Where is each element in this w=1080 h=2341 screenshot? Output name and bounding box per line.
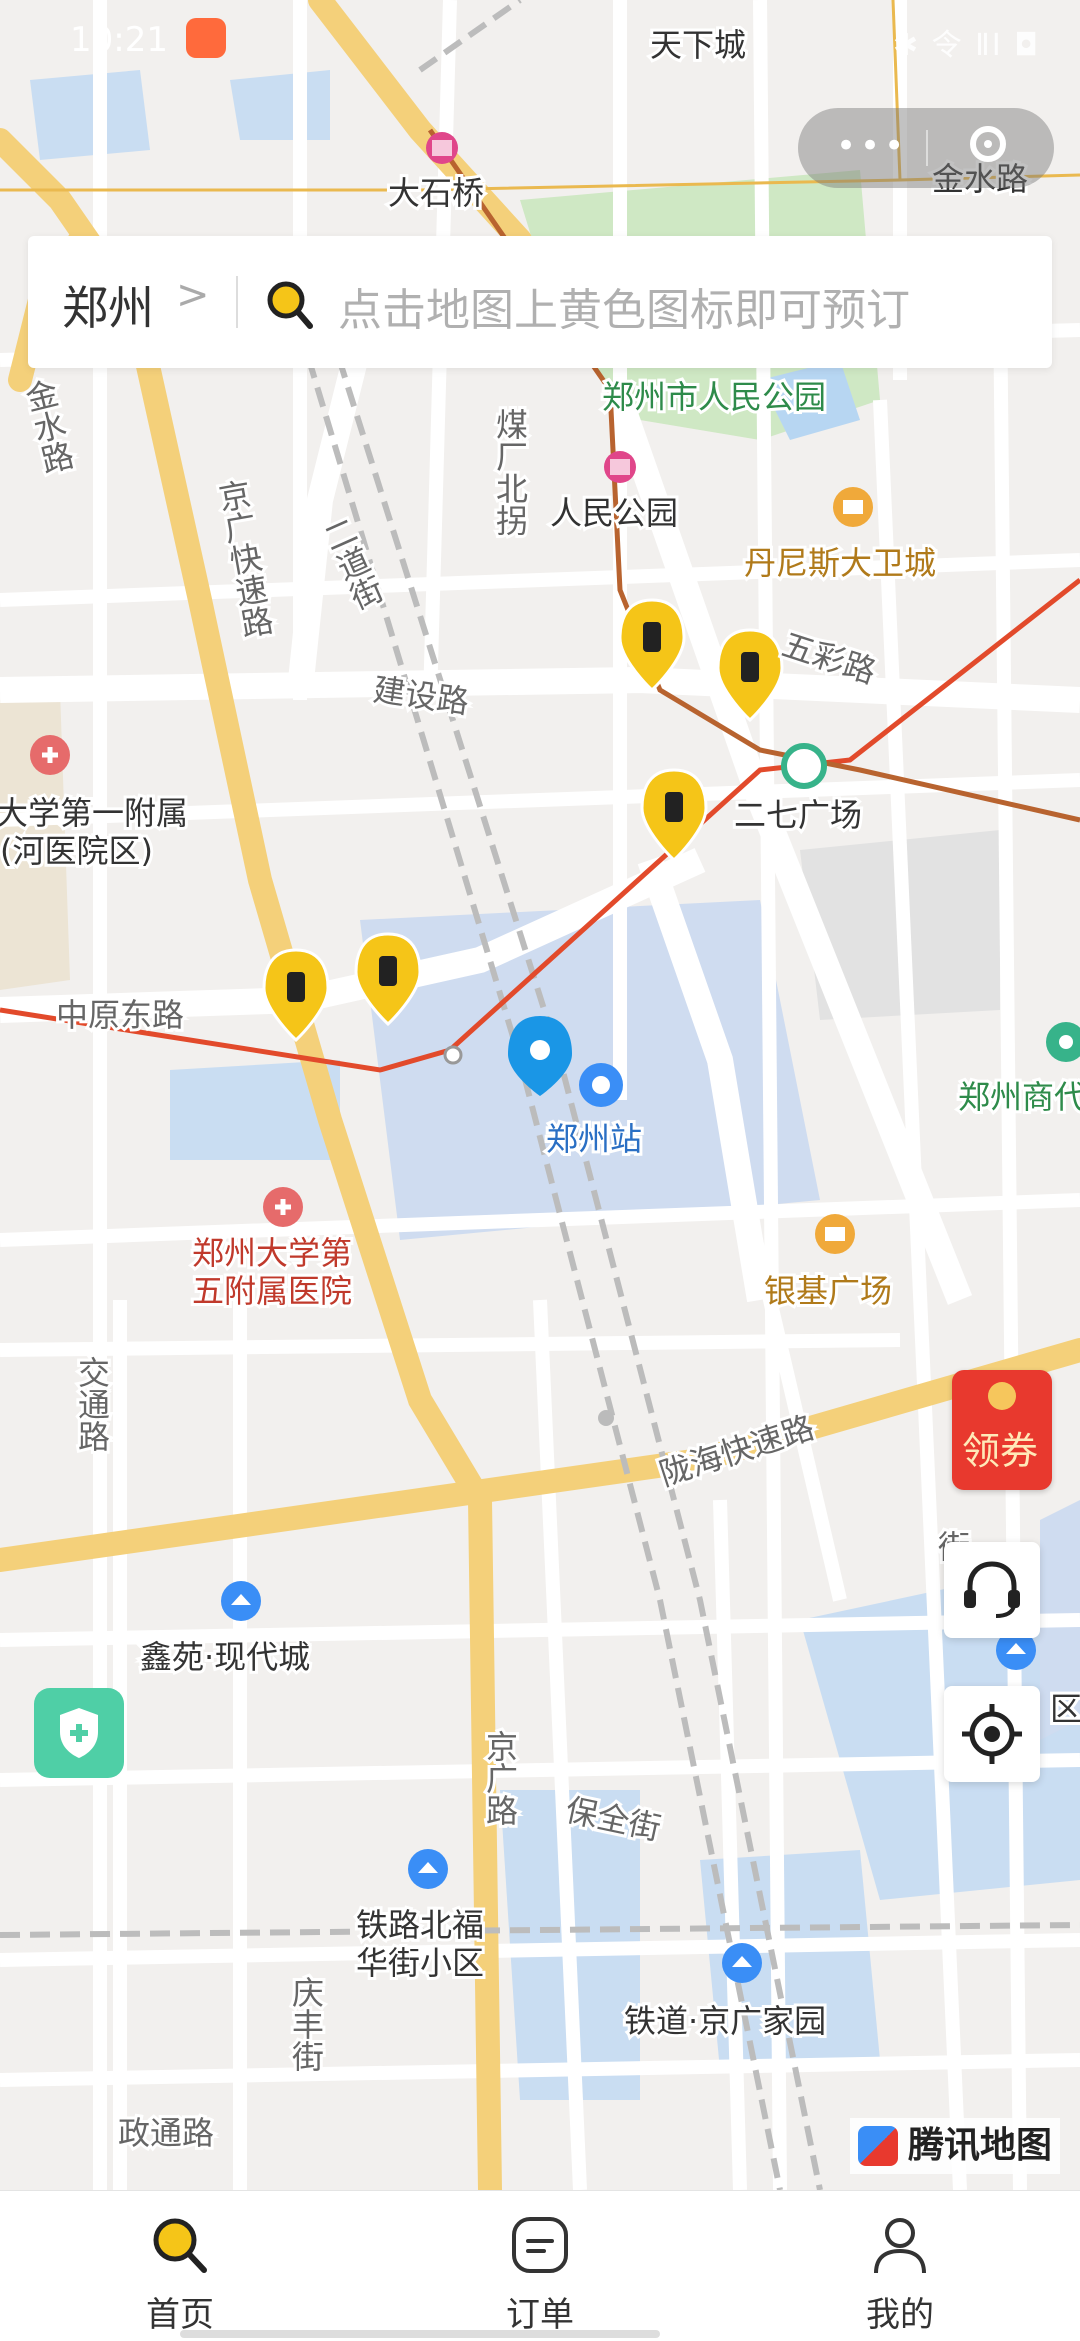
locate-icon [962, 1704, 1022, 1764]
chevron-right-icon[interactable]: > [176, 272, 210, 318]
map-label: (河医院区) [0, 832, 153, 870]
map-label: 华街小区 [356, 1944, 484, 1982]
search-icon [153, 2218, 207, 2273]
map-dot [598, 1410, 614, 1426]
map-label: 郑州市人民公园 [602, 378, 826, 416]
map-label: 郑州站 [546, 1120, 642, 1158]
luggage-icon [665, 792, 683, 822]
more-icon[interactable]: ••• [836, 126, 908, 166]
customer-service-button[interactable] [944, 1542, 1040, 1638]
residential-icon [221, 1581, 261, 1621]
status-bar: 10:21 ✱ 令 ⅡⅠ ◘ [0, 0, 1080, 80]
map-label: 银基广场 [764, 1272, 892, 1310]
water-area [230, 70, 330, 140]
water-area [30, 70, 150, 160]
coupon-label: 领券 [962, 1429, 1039, 1473]
search-bar[interactable]: 郑州 > 点击地图上黄色图标即可预订 [28, 236, 1052, 368]
shield-icon [60, 1708, 98, 1758]
residential-icon [408, 1849, 448, 1889]
luggage-icon [741, 652, 759, 682]
tab-home[interactable]: 首页 [80, 2191, 280, 2341]
map-label: 煤厂北拐 [491, 408, 529, 536]
mall-icon [815, 1214, 855, 1254]
coin-icon [988, 1382, 1016, 1410]
map-label: 郑州商代 [958, 1078, 1080, 1116]
close-miniprogram-icon[interactable] [970, 126, 1006, 162]
attribution-label: 腾讯地图 [908, 2125, 1053, 2166]
tencent-map-logo [858, 2126, 898, 2166]
headset-icon [964, 1561, 1020, 1618]
hospital-icon [30, 735, 70, 775]
order-icon [512, 2217, 568, 2273]
map-label: 大学第一附属 [0, 794, 188, 832]
safety-button[interactable] [34, 1688, 124, 1778]
status-time: 10:21 [70, 20, 168, 60]
map-label: 大石桥 [388, 174, 484, 212]
miniprogram-capsule[interactable]: ••• [798, 108, 1054, 188]
luggage-icon [287, 972, 305, 1002]
coupon-button[interactable]: 领券 [952, 1370, 1052, 1490]
map-label: 郑州大学第 [192, 1234, 352, 1272]
residential-icon [722, 1943, 762, 1983]
map-label: 鑫苑·现代城 [140, 1638, 310, 1676]
map-label: 政通路 [118, 2114, 214, 2152]
search-input[interactable]: 点击地图上黄色图标即可预订 [338, 274, 910, 338]
map-label: 丹尼斯大卫城 [744, 544, 936, 582]
map-label: 铁路北福 [356, 1906, 484, 1944]
mall-icon [833, 487, 873, 527]
map-label: 京广路 [481, 1730, 519, 1826]
tab-label: 首页 [146, 2295, 214, 2335]
home-indicator [180, 2330, 660, 2338]
tencent-map-attribution: 腾讯地图 [850, 2118, 1061, 2174]
map-label: 中原东路 [56, 996, 184, 1034]
luggage-icon [379, 956, 397, 986]
metro-stop-dot [443, 1045, 463, 1065]
tab-label: 我的 [866, 2295, 934, 2335]
map-label: 二七广场 [734, 796, 862, 834]
tab-label: 订单 [506, 2295, 574, 2335]
metro-station-icon [604, 451, 636, 483]
luggage-icon [643, 622, 661, 652]
metro-station-icon [426, 132, 458, 164]
map-label: 铁道·京广家园 [624, 2002, 826, 2040]
city-selector[interactable]: 郑州 [62, 272, 154, 338]
user-icon [874, 2218, 926, 2274]
tab-orders[interactable]: 订单 [440, 2191, 640, 2341]
tab-profile[interactable]: 我的 [800, 2191, 1000, 2341]
search-icon [267, 281, 313, 329]
app-notification-icon [186, 18, 226, 58]
train-station-icon [579, 1063, 623, 1107]
capsule-divider [926, 130, 928, 166]
hospital-icon [263, 1187, 303, 1227]
map-label: 五附属医院 [192, 1272, 352, 1310]
bottom-tab-bar: 首页 订单 我的 [0, 2190, 1080, 2341]
map-label: 人民公园 [550, 494, 678, 532]
map-label: 庆丰街 [287, 1976, 325, 2072]
search-divider [236, 276, 238, 328]
locate-button[interactable] [944, 1686, 1040, 1782]
map-label: 交通路 [73, 1356, 111, 1452]
map-label: 区 [1050, 1690, 1080, 1728]
metro-transfer-icon [781, 743, 827, 789]
status-indicators: ✱ 令 ⅡⅠ ◘ [892, 28, 1040, 63]
